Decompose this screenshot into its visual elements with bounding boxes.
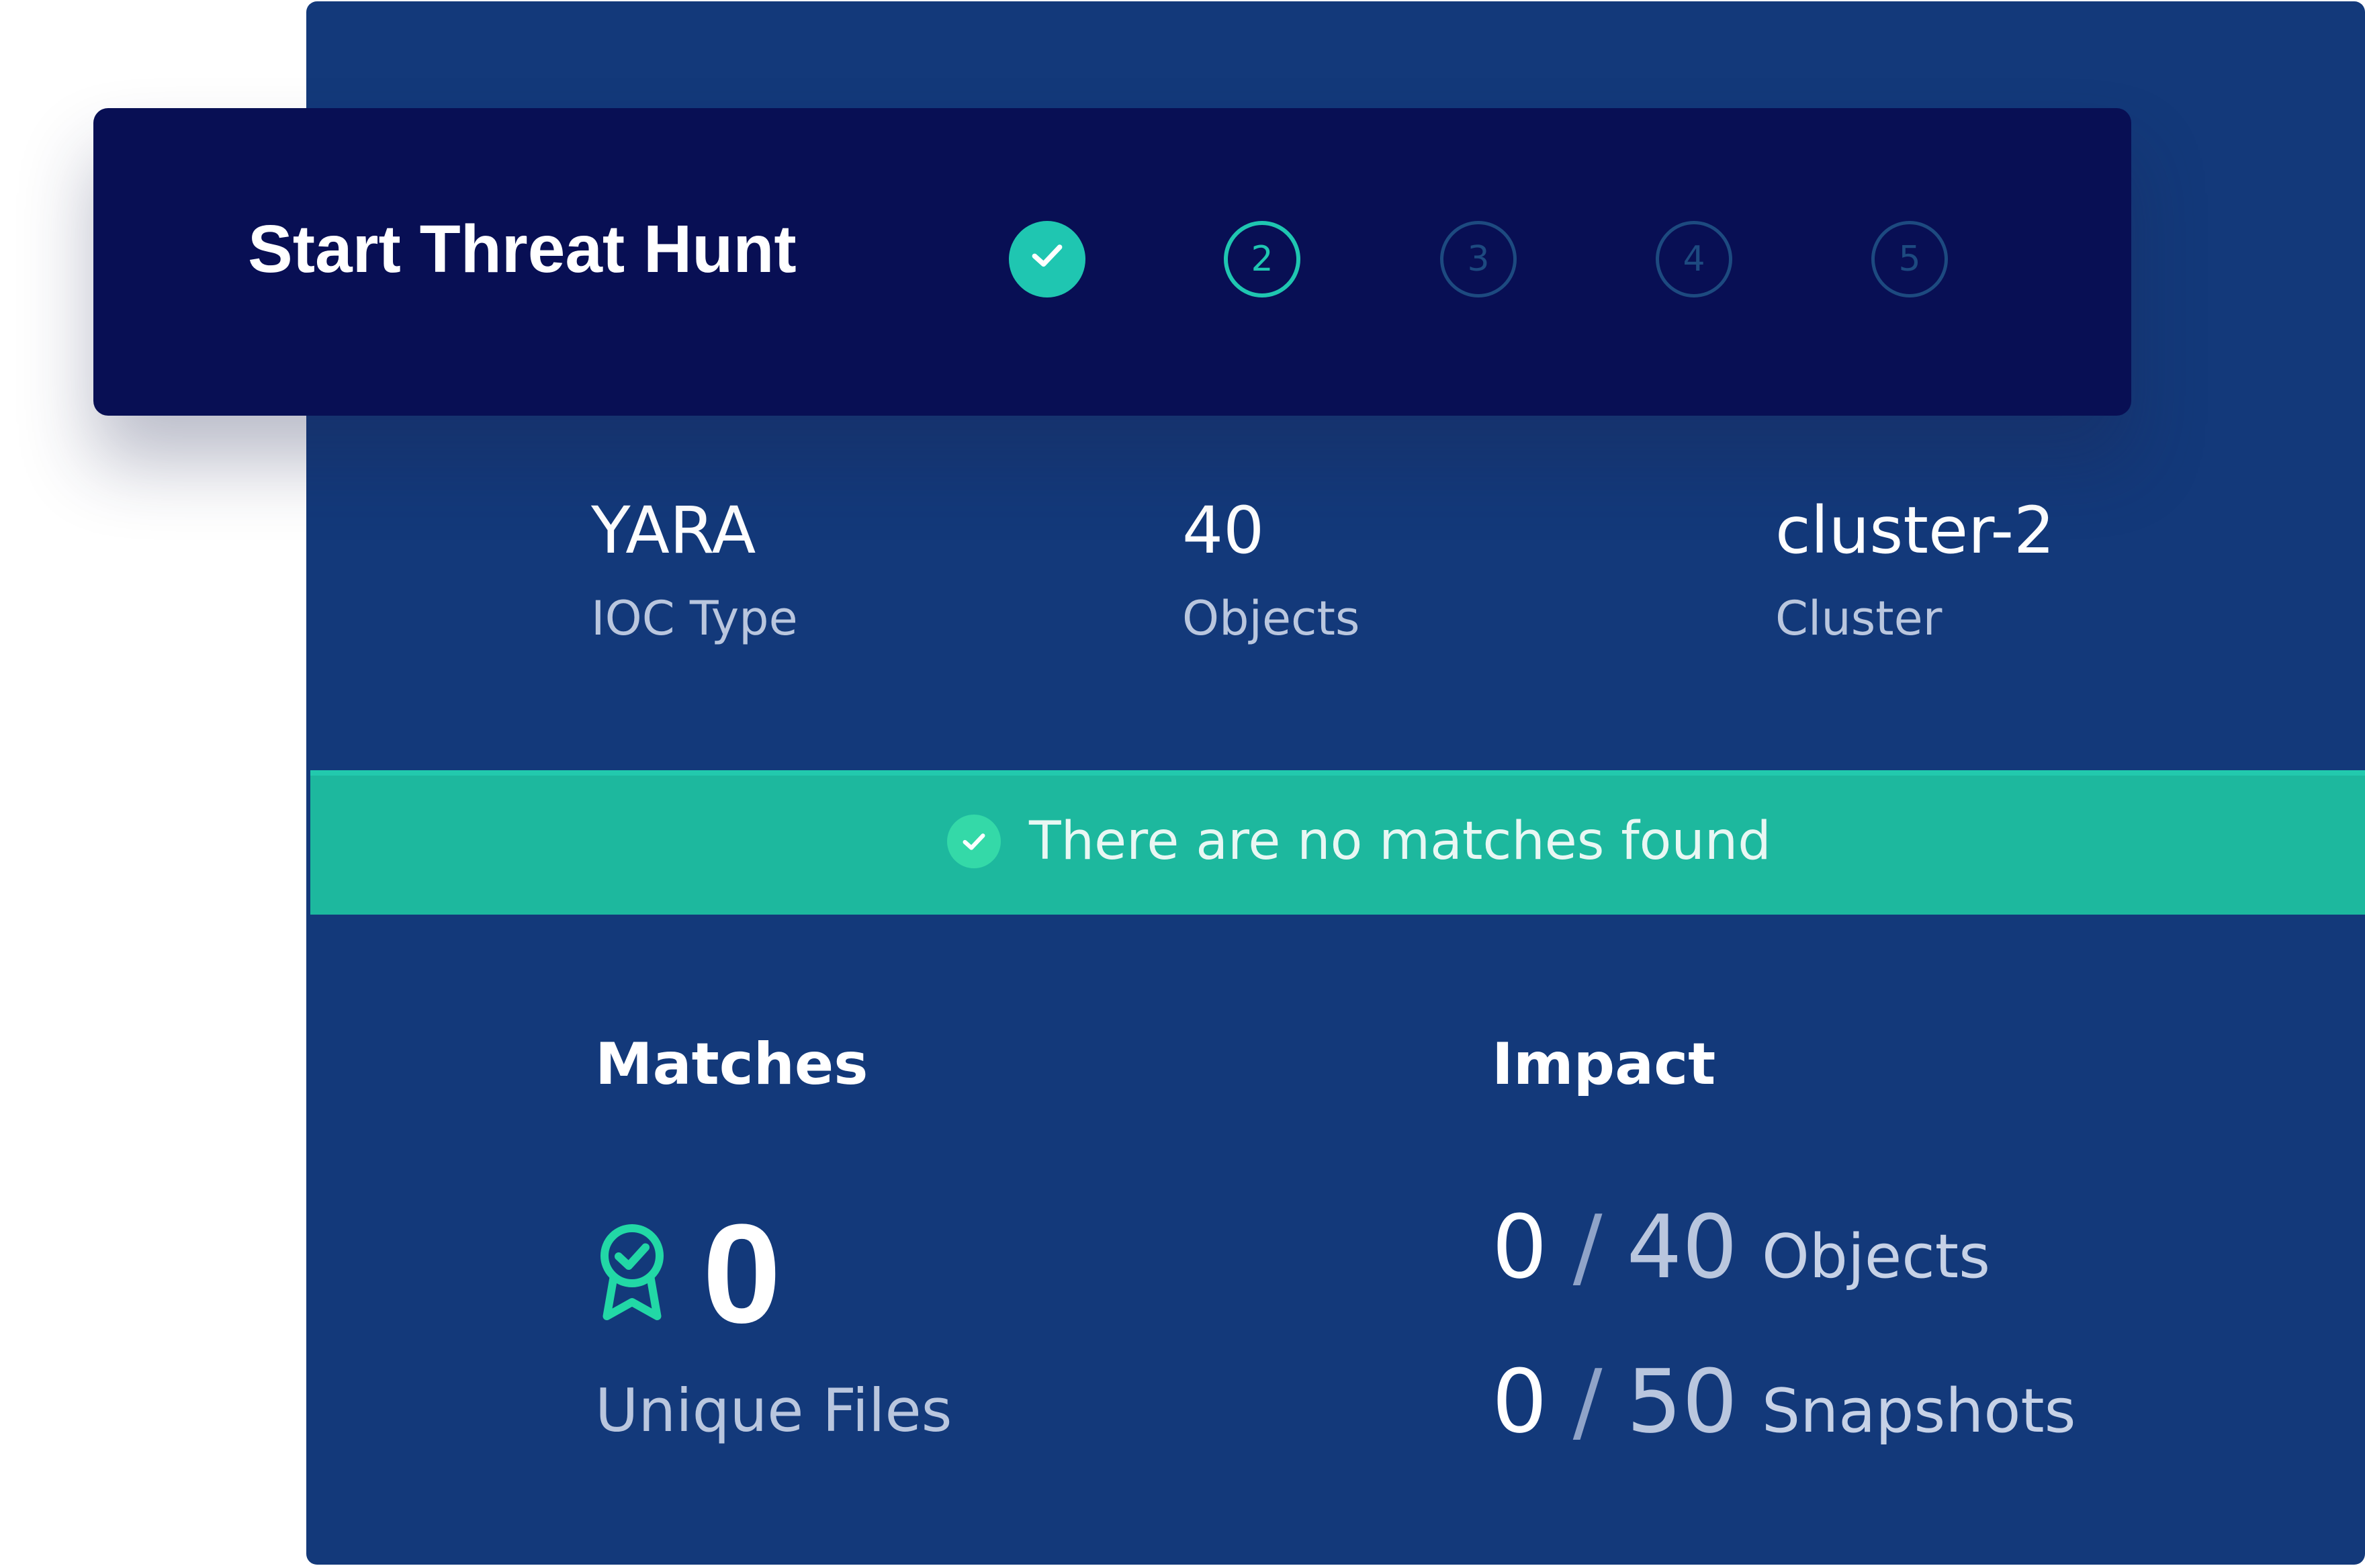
cluster-label: Cluster [1775, 591, 1943, 646]
cluster-value: cluster-2 [1775, 493, 2055, 568]
impact-objects-unit: Objects [1761, 1221, 1990, 1292]
impact-snapshots-row: 0 / 50 Snapshots [1492, 1358, 2076, 1445]
check-circle-icon [947, 815, 1001, 868]
page-title: Start Threat Hunt [248, 212, 797, 287]
unique-files-count: 0 [703, 1195, 781, 1352]
matches-title: Matches [595, 1031, 868, 1098]
impact-separator: / [1572, 1196, 1603, 1298]
step-5[interactable]: 5 [1871, 221, 1948, 297]
objects-stat: 40 Objects [1182, 498, 1359, 642]
checkmark-icon [1026, 234, 1069, 285]
cluster-stat: cluster-2 Cluster [1775, 498, 2055, 642]
ioc-type-label: IOC Type [591, 591, 798, 646]
impact-objects-total: 40 [1626, 1196, 1738, 1298]
award-ribbon-icon [595, 1222, 703, 1326]
unique-files-label: Unique Files [595, 1376, 952, 1445]
impact-title: Impact [1492, 1031, 1716, 1098]
objects-value: 40 [1182, 493, 1265, 568]
matches-count-row: 0 [595, 1203, 781, 1344]
step-1-completed[interactable] [1009, 221, 1085, 297]
threat-hunt-header: Start Threat Hunt 2 3 4 5 [93, 108, 2131, 416]
step-2-current[interactable]: 2 [1224, 221, 1300, 297]
banner-message: There are no matches found [1029, 811, 1771, 872]
no-matches-banner: There are no matches found [310, 770, 2365, 915]
objects-label: Objects [1182, 591, 1360, 646]
impact-objects-count: 0 [1492, 1196, 1548, 1298]
impact-snapshots-unit: Snapshots [1761, 1376, 2076, 1446]
impact-snapshots-total: 50 [1626, 1350, 1738, 1452]
ioc-type-value: YARA [591, 493, 756, 568]
impact-objects-row: 0 / 40 Objects [1492, 1203, 1990, 1291]
impact-snapshots-count: 0 [1492, 1350, 1548, 1452]
impact-separator: / [1572, 1350, 1603, 1452]
ioc-type-stat: YARA IOC Type [591, 498, 798, 642]
step-3[interactable]: 3 [1440, 221, 1517, 297]
step-4[interactable]: 4 [1656, 221, 1732, 297]
